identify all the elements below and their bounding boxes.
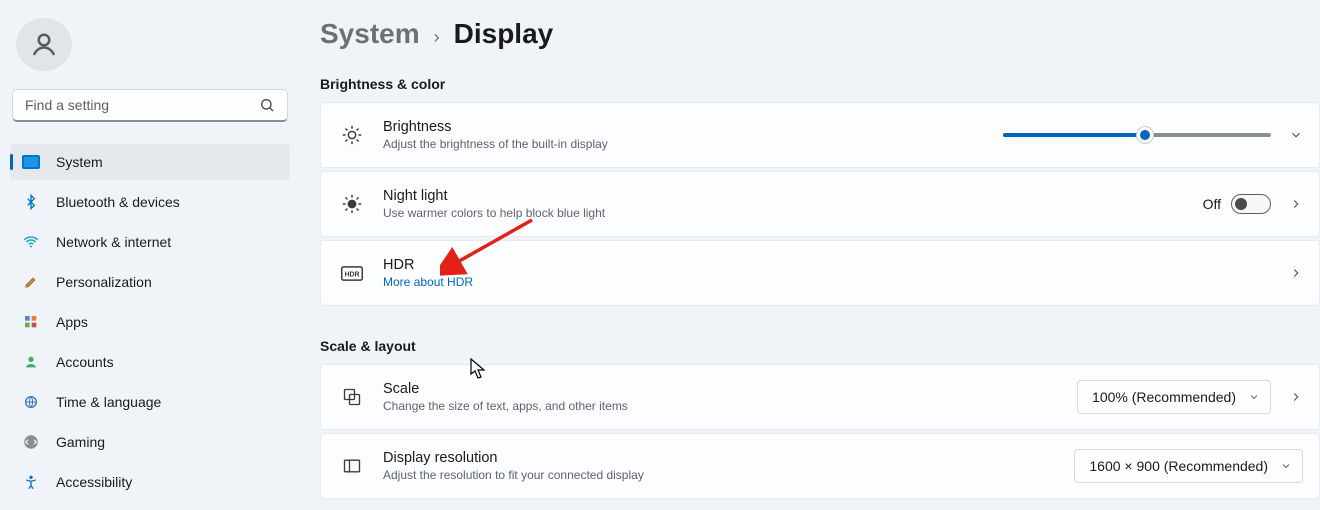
chevron-right-icon[interactable] [1289,266,1303,280]
sidebar-item-accessibility[interactable]: Accessibility [10,464,290,500]
scale-icon [341,386,363,408]
sidebar-item-label: Accessibility [56,474,132,490]
search-field[interactable] [25,97,259,113]
card-subtitle: Use warmer colors to help block blue lig… [383,206,1203,220]
sidebar-item-label: Accounts [56,354,114,370]
sidebar-item-label: Bluetooth & devices [56,194,180,210]
search-input[interactable] [12,89,288,122]
chevron-down-icon[interactable] [1289,128,1303,142]
chevron-right-icon[interactable] [1289,390,1303,404]
hdr-icon: HDR [341,262,363,284]
avatar[interactable] [16,18,72,71]
chevron-right-icon[interactable] [1289,197,1303,211]
resolution-select-value: 1600 × 900 (Recommended) [1089,458,1268,474]
card-title: HDR [383,257,1289,273]
card-resolution[interactable]: Display resolution Adjust the resolution… [320,433,1320,499]
sidebar-item-personalization[interactable]: Personalization [10,264,290,300]
page-title: Display [454,18,554,50]
scale-select[interactable]: 100% (Recommended) [1077,380,1271,414]
sidebar-item-network[interactable]: Network & internet [10,224,290,260]
breadcrumb: System › Display [320,18,1320,50]
sidebar-item-label: Gaming [56,434,105,450]
resolution-icon [341,455,363,477]
account-icon [22,353,40,371]
main-content: System › Display Brightness & color Brig… [300,0,1320,510]
chevron-down-icon [1248,391,1260,403]
sidebar-nav: System Bluetooth & devices Network & int… [10,144,290,500]
card-subtitle: Adjust the brightness of the built-in di… [383,137,1003,151]
card-night-light[interactable]: Night light Use warmer colors to help bl… [320,171,1320,237]
sidebar-item-label: Apps [56,314,88,330]
sidebar-item-label: Network & internet [56,234,171,250]
sidebar-item-gaming[interactable]: Gaming [10,424,290,460]
brush-icon [22,273,40,291]
sidebar-item-label: Personalization [56,274,152,290]
gaming-icon [22,433,40,451]
brightness-slider[interactable] [1003,125,1271,145]
card-title: Display resolution [383,450,1074,466]
sidebar: System Bluetooth & devices Network & int… [0,0,300,510]
monitor-icon [22,153,40,171]
card-title: Night light [383,188,1203,204]
resolution-select[interactable]: 1600 × 900 (Recommended) [1074,449,1303,483]
sidebar-item-label: System [56,154,103,170]
card-subtitle: Change the size of text, apps, and other… [383,399,1077,413]
night-light-toggle[interactable] [1231,194,1271,214]
card-title: Brightness [383,119,1003,135]
section-scale-layout: Scale & layout [320,338,1320,354]
sidebar-item-apps[interactable]: Apps [10,304,290,340]
breadcrumb-parent[interactable]: System [320,18,420,50]
bluetooth-icon [22,193,40,211]
chevron-right-icon: › [434,27,440,48]
sidebar-item-bluetooth[interactable]: Bluetooth & devices [10,184,290,220]
card-title: Scale [383,381,1077,397]
wifi-icon [22,233,40,251]
globe-icon [22,393,40,411]
sidebar-item-label: Time & language [56,394,161,410]
svg-text:HDR: HDR [345,271,360,278]
card-subtitle: Adjust the resolution to fit your connec… [383,468,1074,482]
toggle-label: Off [1203,196,1221,212]
slider-thumb[interactable] [1136,126,1154,144]
search-icon [259,97,275,113]
chevron-down-icon [1280,460,1292,472]
sidebar-item-accounts[interactable]: Accounts [10,344,290,380]
sidebar-item-time-language[interactable]: Time & language [10,384,290,420]
card-brightness[interactable]: Brightness Adjust the brightness of the … [320,102,1320,168]
card-scale[interactable]: Scale Change the size of text, apps, and… [320,364,1320,430]
hdr-more-link[interactable]: More about HDR [383,275,1289,289]
section-brightness-color: Brightness & color [320,76,1320,92]
card-hdr[interactable]: HDR HDR More about HDR [320,240,1320,306]
scale-select-value: 100% (Recommended) [1092,389,1236,405]
sun-icon [341,124,363,146]
night-light-icon [341,193,363,215]
apps-icon [22,313,40,331]
sidebar-item-system[interactable]: System [10,144,290,180]
accessibility-icon [22,473,40,491]
user-icon [29,30,59,60]
